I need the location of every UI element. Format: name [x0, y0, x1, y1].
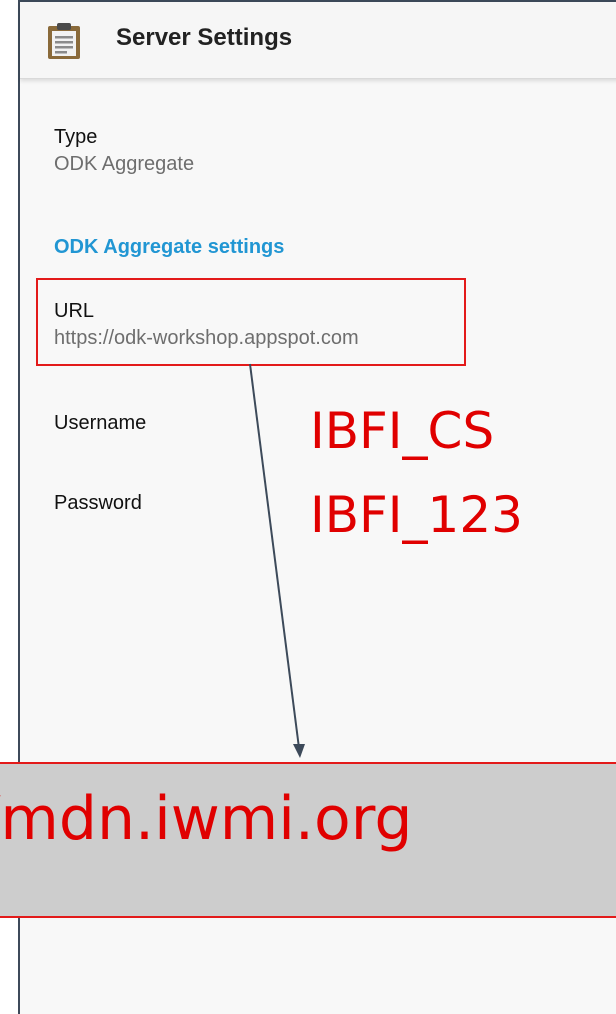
url-replacement-text: //mdn.iwmi.org [0, 784, 413, 854]
url-replacement-banner: //mdn.iwmi.org [0, 762, 616, 918]
